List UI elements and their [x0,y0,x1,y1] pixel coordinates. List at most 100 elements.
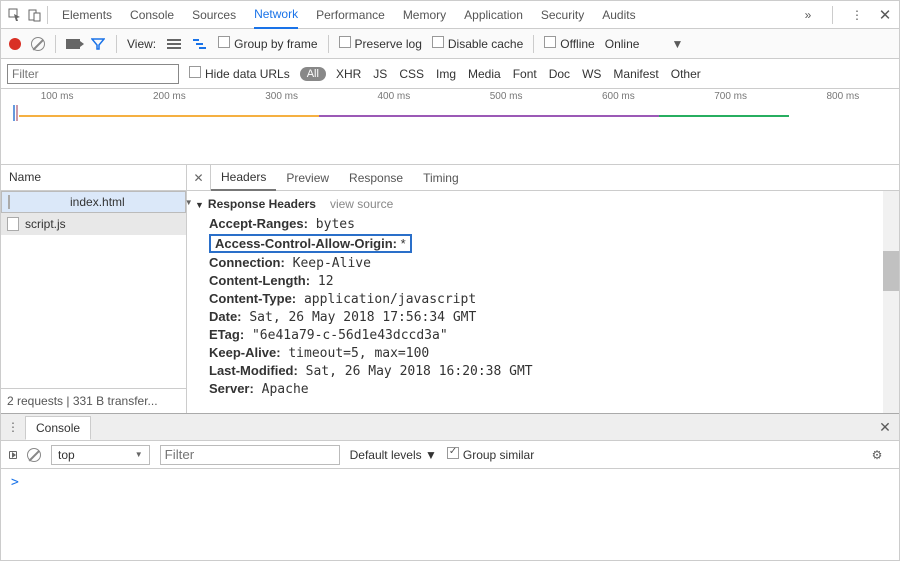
header-row: Last-Modified: Sat, 26 May 2018 16:20:38… [195,362,891,380]
filter-type-doc[interactable]: Doc [549,67,570,81]
kebab-menu-icon[interactable]: ⋮ [849,7,865,23]
separator [328,35,329,53]
tab-sources[interactable]: Sources [192,1,236,29]
filter-type-css[interactable]: CSS [399,67,424,81]
group-by-frame-option[interactable]: Group by frame [218,36,317,51]
response-headers-section[interactable]: Response Headersview source [195,197,891,211]
close-drawer-icon[interactable]: ✕ [877,419,893,435]
filter-type-xhr[interactable]: XHR [336,67,361,81]
filter-icon[interactable] [90,36,106,52]
console-prompt[interactable]: > [1,469,899,496]
file-icon [7,217,19,231]
detail-tab-headers[interactable]: Headers [211,165,276,191]
detail-tab-response[interactable]: Response [339,165,413,191]
view-label: View: [127,37,156,51]
header-row: Connection: Keep-Alive [195,254,891,272]
disable-cache-option[interactable]: Disable cache [432,36,523,51]
header-row: Keep-Alive: timeout=5, max=100 [195,344,891,362]
tab-application[interactable]: Application [464,1,523,29]
header-row: Accept-Ranges: bytes [195,215,891,233]
tab-security[interactable]: Security [541,1,584,29]
tab-network[interactable]: Network [254,1,298,29]
name-column-header[interactable]: Name [1,165,186,191]
screenshot-icon[interactable] [66,39,80,49]
filter-type-ws[interactable]: WS [582,67,601,81]
time-mark: 100 ms [41,91,74,102]
scrollbar-thumb[interactable] [883,251,899,291]
details-panel: ✕ HeadersPreviewResponseTiming Response … [187,165,899,413]
filter-input[interactable] [7,64,179,84]
file-name: script.js [25,217,66,231]
console-filter-input[interactable] [160,445,340,465]
separator [116,35,117,53]
view-source-link[interactable]: view source [330,197,393,211]
requests-panel: Name index.html script.js 2 requests | 33… [1,165,187,413]
time-mark: 800 ms [826,91,859,102]
console-tab[interactable]: Console [25,416,91,440]
status-bar: 2 requests | 331 B transfer... [1,388,186,413]
tab-performance[interactable]: Performance [316,1,385,29]
time-mark: 200 ms [153,91,186,102]
device-toggle-icon[interactable] [27,7,43,23]
filter-type-img[interactable]: Img [436,67,456,81]
dropdown-icon[interactable]: ▼ [669,36,685,52]
close-details-icon[interactable]: ✕ [187,165,211,191]
separator [533,35,534,53]
request-row[interactable]: index.html [1,191,186,213]
detail-tab-preview[interactable]: Preview [276,165,339,191]
tab-memory[interactable]: Memory [403,1,446,29]
tab-console[interactable]: Console [130,1,174,29]
clear-console-icon[interactable] [27,448,41,462]
file-name: index.html [70,195,125,209]
separator [55,35,56,53]
console-toolbar: top Default levels ▼ Group similar ⚙ [1,441,899,469]
header-row: Date: Sat, 26 May 2018 17:56:34 GMT [195,308,891,326]
inspect-icon[interactable] [7,7,23,23]
filter-type-media[interactable]: Media [468,67,501,81]
record-icon[interactable] [9,38,21,50]
large-rows-icon[interactable] [166,36,182,52]
drawer-menu-icon[interactable]: ⋮ [1,420,25,434]
time-mark: 300 ms [265,91,298,102]
header-row: ETag: "6e41a79-c-56d1e43dccd3a" [195,326,891,344]
log-levels-select[interactable]: Default levels ▼ [350,448,437,462]
waterfall-icon[interactable] [192,36,208,52]
tab-audits[interactable]: Audits [602,1,635,29]
scrollbar[interactable] [883,191,899,413]
header-row: Content-Length: 12 [195,272,891,290]
request-row[interactable]: script.js [1,213,186,235]
time-mark: 500 ms [490,91,523,102]
filter-type-font[interactable]: Font [513,67,537,81]
console-drawer-tabbar: ⋮ Console ✕ [1,413,899,441]
tab-elements[interactable]: Elements [62,1,112,29]
file-icon [8,195,10,209]
preserve-log-option[interactable]: Preserve log [339,36,422,51]
hide-data-urls-option[interactable]: Hide data URLs [189,66,290,81]
header-row: Access-Control-Allow-Origin: * [195,233,891,254]
more-tabs-icon[interactable]: » [800,7,816,23]
main-toolbar: Elements Console Sources Network Performance… [1,1,899,29]
header-row: Content-Type: application/javascript [195,290,891,308]
filter-bar: Hide data URLs All XHR JS CSS Img Media Font D… [1,59,899,89]
filter-type-js[interactable]: JS [373,67,387,81]
detail-tab-timing[interactable]: Timing [413,165,469,191]
devtools-tabs: Elements Console Sources Network Performance… [62,1,796,29]
separator [47,6,48,24]
group-similar-option[interactable]: Group similar [447,447,534,462]
time-mark: 400 ms [377,91,410,102]
filter-type-other[interactable]: Other [671,67,701,81]
close-icon[interactable]: ✕ [877,7,893,23]
filter-all[interactable]: All [300,67,326,81]
execution-context-icon[interactable] [9,451,17,459]
separator [832,6,833,24]
offline-option[interactable]: Offline [544,36,594,51]
settings-gear-icon[interactable]: ⚙ [869,447,885,463]
time-mark: 600 ms [602,91,635,102]
clear-icon[interactable] [31,37,45,51]
context-selector[interactable]: top [51,445,150,465]
throttling-select[interactable]: Online [605,37,640,51]
time-mark: 700 ms [714,91,747,102]
filter-type-manifest[interactable]: Manifest [613,67,658,81]
filter-types: XHR JS CSS Img Media Font Doc WS Manifest Other [336,67,701,81]
timeline-overview[interactable]: 100 ms 200 ms 300 ms 400 ms 500 ms 600 ms 700 … [1,89,899,165]
